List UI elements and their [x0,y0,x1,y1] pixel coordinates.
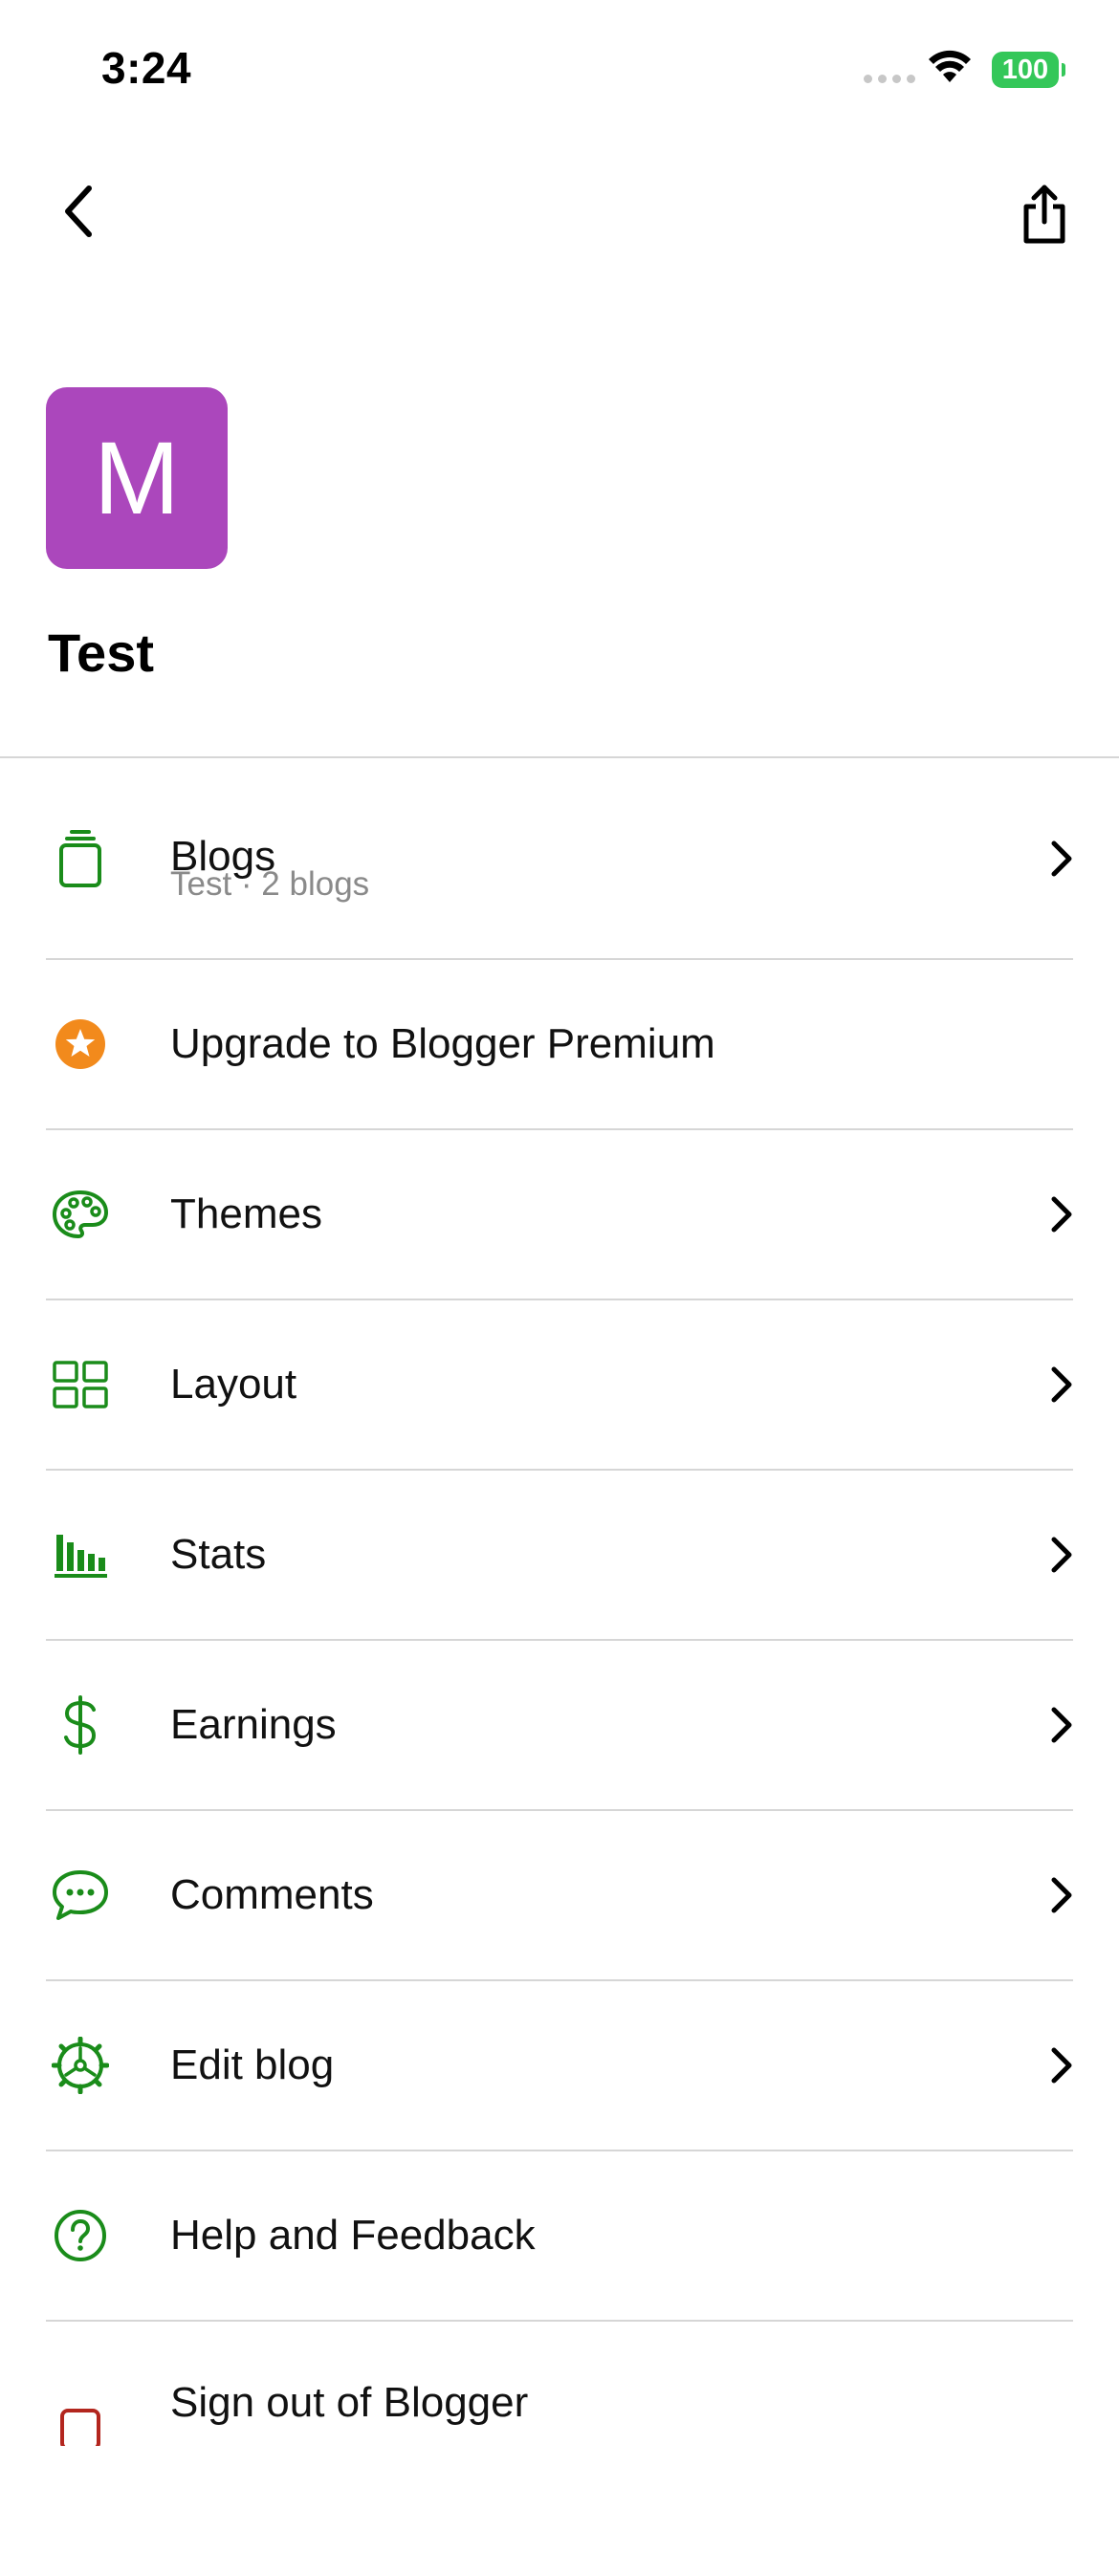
palette-icon [46,1130,115,1299]
share-button[interactable] [1012,178,1077,251]
chevron-right-icon [1050,1641,1073,1809]
menu-item-label: Upgrade to Blogger Premium [170,1020,715,1067]
menu-item-label: Sign out of Blogger [170,2379,529,2426]
settings-gear-icon [46,1981,115,2150]
chevron-right-icon [1050,1471,1073,1639]
share-icon [1023,185,1065,244]
menu-item-label: Help and Feedback [170,2212,536,2259]
stats-bar-icon [46,1471,115,1639]
premium-star-icon [46,960,115,1128]
blog-title: Test [48,622,154,683]
blogs-icon [46,758,115,958]
chevron-right-icon [1050,1130,1073,1299]
back-button[interactable] [50,178,107,245]
menu-item-blogs[interactable]: Blogs Test · 2 blogs [46,758,1073,960]
menu-item-label: Edit blog [170,2041,335,2088]
blog-avatar: M [46,387,228,569]
menu-item-earnings[interactable]: Earnings [46,1641,1073,1811]
menu-item-themes[interactable]: Themes [46,1130,1073,1300]
chevron-right-icon [1050,1811,1073,1979]
menu-item-label: Layout [170,1361,297,1408]
status-time: 3:24 [101,43,192,93]
menu-item-sublabel: Test · 2 blogs [170,865,370,903]
chevron-right-icon [1050,1981,1073,2150]
sign-out-icon [46,2322,115,2576]
cellular-signal-icon [864,75,915,83]
menu-item-label: Comments [170,1871,374,1918]
menu-item-label: Earnings [170,1701,337,1748]
menu-item-stats[interactable]: Stats [46,1471,1073,1641]
menu-item-label: Themes [170,1190,322,1237]
menu-item-label: Stats [170,1531,267,1578]
status-bar: 3:24 100 [0,0,1119,143]
layout-grid-icon [46,1300,115,1469]
battery-nub [1062,63,1065,76]
menu-item-sign-out[interactable]: Sign out of Blogger [46,2322,1073,2490]
wifi-icon [928,50,972,89]
chevron-right-icon [1050,758,1073,958]
menu-item-edit-blog[interactable]: Edit blog [46,1981,1073,2151]
menu-item-layout[interactable]: Layout [46,1300,1073,1471]
help-icon [46,2151,115,2320]
chevron-right-icon [1050,1300,1073,1469]
menu-item-comments[interactable]: Comments [46,1811,1073,1981]
dollar-icon [46,1641,115,1809]
menu-item-help-feedback[interactable]: Help and Feedback [46,2151,1073,2322]
blog-menu: Blogs Test · 2 blogs Upgrade to Blogger … [0,758,1119,2490]
menu-item-upgrade-premium[interactable]: Upgrade to Blogger Premium [46,960,1073,1130]
chevron-left-icon [65,186,92,237]
comment-bubble-icon [46,1811,115,1979]
battery-indicator: 100 [992,52,1059,88]
